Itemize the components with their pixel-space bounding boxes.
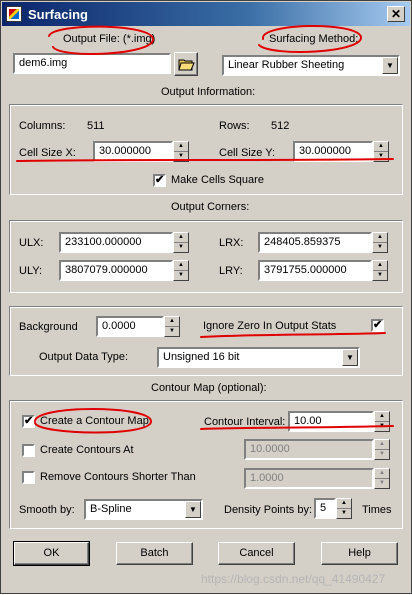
- smooth-select[interactable]: B-Spline ▼: [84, 499, 203, 520]
- background-label: Background: [19, 321, 78, 333]
- remove-short-label: Remove Contours Shorter Than: [40, 471, 196, 483]
- uly-label: ULY:: [19, 265, 43, 277]
- uly-input[interactable]: 3807079.000000: [59, 260, 173, 281]
- output-corners-header: Output Corners:: [171, 201, 250, 213]
- lry-input[interactable]: 3791755.000000: [258, 260, 372, 281]
- title-bar[interactable]: Surfacing ✕: [2, 2, 410, 26]
- ok-button[interactable]: OK: [13, 541, 90, 566]
- density-spinner[interactable]: ▲ ▼: [336, 498, 352, 519]
- contour-interval-input[interactable]: 10.00: [288, 411, 374, 432]
- columns-value: 511: [87, 120, 105, 132]
- chevron-down-icon[interactable]: ▼: [185, 501, 201, 518]
- folder-open-icon: [178, 59, 195, 71]
- lry-label: LRY:: [219, 265, 243, 277]
- remove-short-spinner[interactable]: ▲ ▼: [374, 468, 390, 489]
- surfacing-dialog: Surfacing ✕ Output File: (*.img) Surfaci…: [0, 0, 412, 594]
- ulx-input[interactable]: 233100.000000: [59, 232, 173, 253]
- cell-size-x-input[interactable]: 30.000000: [93, 141, 173, 162]
- make-square-checkbox[interactable]: ✔: [153, 174, 166, 187]
- app-icon: [6, 6, 22, 22]
- contour-interval-spinner[interactable]: ▲ ▼: [374, 411, 390, 432]
- contour-interval-label: Contour Interval:: [204, 416, 286, 428]
- rows-label: Rows:: [219, 120, 250, 132]
- watermark: https://blog.csdn.net/qq_41490427: [201, 572, 386, 586]
- cell-size-x-spinner[interactable]: ▲ ▼: [173, 141, 189, 162]
- create-contour-map-label: Create a Contour Map: [40, 415, 149, 427]
- remove-short-input[interactable]: 1.0000: [244, 468, 374, 489]
- make-square-label: Make Cells Square: [171, 174, 264, 186]
- output-corners-group: [9, 220, 403, 293]
- window-title: Surfacing: [28, 7, 88, 22]
- output-file-input[interactable]: dem6.img: [13, 53, 171, 74]
- contour-header: Contour Map (optional):: [151, 382, 267, 394]
- rows-value: 512: [271, 120, 290, 132]
- create-contours-at-checkbox[interactable]: [22, 444, 35, 457]
- smooth-label: Smooth by:: [19, 504, 75, 516]
- open-folder-button[interactable]: [174, 52, 198, 76]
- lrx-spinner[interactable]: ▲ ▼: [372, 232, 388, 253]
- lry-spinner[interactable]: ▲ ▼: [372, 260, 388, 281]
- create-contour-map-checkbox[interactable]: ✔: [22, 415, 35, 428]
- data-type-select[interactable]: Unsigned 16 bit ▼: [157, 347, 360, 368]
- help-button[interactable]: Help: [321, 542, 398, 565]
- background-input[interactable]: 0.0000: [96, 316, 164, 337]
- surfacing-method-value: Linear Rubber Sheeting: [228, 59, 345, 71]
- cell-size-y-input[interactable]: 30.000000: [293, 141, 373, 162]
- batch-button[interactable]: Batch: [116, 542, 193, 565]
- data-type-label: Output Data Type:: [39, 351, 129, 363]
- ignore-zero-label: Ignore Zero In Output Stats: [203, 320, 337, 332]
- remove-short-checkbox[interactable]: [22, 471, 35, 484]
- data-type-value: Unsigned 16 bit: [163, 351, 240, 363]
- ulx-label: ULX:: [19, 237, 44, 249]
- density-suffix: Times: [362, 504, 392, 516]
- create-contours-at-input[interactable]: 10.0000: [244, 439, 374, 460]
- ulx-spinner[interactable]: ▲ ▼: [173, 232, 189, 253]
- chevron-down-icon[interactable]: ▼: [342, 349, 358, 366]
- density-input[interactable]: 5: [314, 498, 336, 519]
- lrx-label: LRX:: [219, 237, 244, 249]
- output-information-header: Output Information:: [161, 86, 256, 98]
- create-contours-at-spinner[interactable]: ▲ ▼: [374, 439, 390, 460]
- surfacing-method-label: Surfacing Method:: [269, 33, 359, 45]
- smooth-value: B-Spline: [90, 503, 132, 515]
- create-contours-at-label: Create Contours At: [40, 444, 134, 456]
- uly-spinner[interactable]: ▲ ▼: [173, 260, 189, 281]
- output-file-label: Output File: (*.img): [63, 33, 156, 45]
- close-icon[interactable]: ✕: [387, 6, 405, 22]
- cell-size-y-label: Cell Size Y:: [219, 147, 276, 159]
- cell-size-y-spinner[interactable]: ▲ ▼: [373, 141, 389, 162]
- ignore-zero-checkbox[interactable]: ✔: [371, 319, 384, 332]
- columns-label: Columns:: [19, 120, 66, 132]
- chevron-down-icon[interactable]: ▼: [382, 57, 398, 74]
- surfacing-method-select[interactable]: Linear Rubber Sheeting ▼: [222, 55, 400, 76]
- cancel-button[interactable]: Cancel: [218, 542, 295, 565]
- cell-size-x-label: Cell Size X:: [19, 147, 76, 159]
- lrx-input[interactable]: 248405.859375: [258, 232, 372, 253]
- density-label: Density Points by:: [224, 504, 313, 516]
- background-spinner[interactable]: ▲ ▼: [164, 316, 180, 337]
